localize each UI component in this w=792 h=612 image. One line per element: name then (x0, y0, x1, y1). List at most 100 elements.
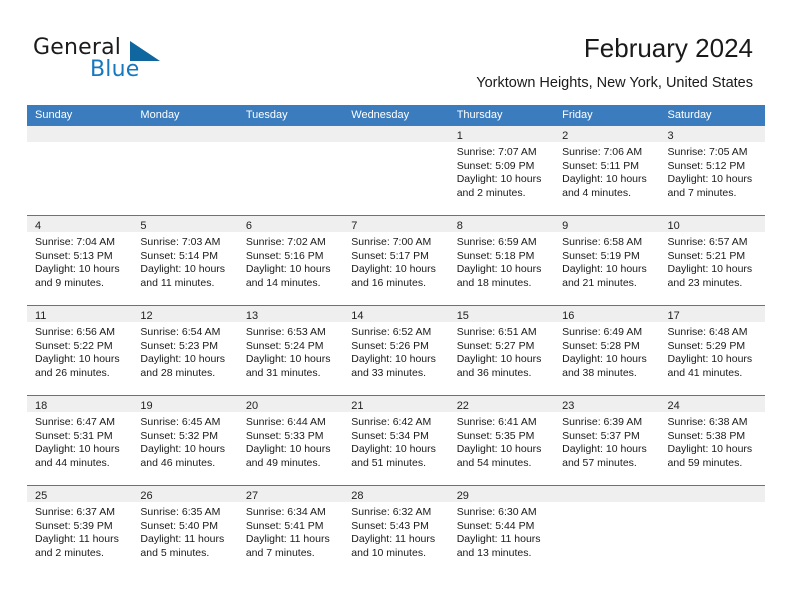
daylight-text-line1: Daylight: 10 hours (351, 443, 436, 455)
day-cell[interactable]: 23 Sunrise: 6:39 AM Sunset: 5:37 PM Dayl… (554, 396, 660, 485)
sunset-text: Sunset: 5:11 PM (562, 159, 639, 172)
sunset-text: Sunset: 5:28 PM (562, 339, 640, 352)
day-info: Sunrise: 6:58 AM Sunset: 5:19 PM Dayligh… (554, 232, 659, 290)
day-number-band: 8 (448, 216, 555, 232)
day-number: 7 (351, 220, 358, 232)
sunset-text: Sunset: 5:24 PM (245, 339, 324, 352)
day-info: Sunrise: 6:51 AM Sunset: 5:27 PM Dayligh… (449, 322, 554, 380)
day-cell[interactable] (659, 486, 765, 575)
day-number-band: 14 (343, 306, 449, 322)
day-cell[interactable]: 22 Sunrise: 6:41 AM Sunset: 5:35 PM Dayl… (448, 396, 555, 485)
sunrise-text: Sunrise: 6:47 AM (35, 416, 115, 428)
day-info: Sunrise: 6:54 AM Sunset: 5:23 PM Dayligh… (132, 322, 237, 380)
sunrise-text: Sunrise: 6:41 AM (456, 416, 537, 428)
day-cell[interactable]: 17 Sunrise: 6:48 AM Sunset: 5:29 PM Dayl… (659, 306, 765, 395)
day-cell[interactable] (343, 126, 449, 215)
calendar-page: General Blue February 2024 Yorktown Heig… (0, 0, 792, 612)
sunset-text: Sunset: 5:22 PM (35, 339, 113, 352)
day-info: Sunrise: 6:49 AM Sunset: 5:28 PM Dayligh… (554, 322, 659, 380)
day-cell[interactable]: 24 Sunrise: 6:38 AM Sunset: 5:38 PM Dayl… (659, 396, 765, 485)
daylight-text-line2: and 10 minutes. (351, 546, 426, 559)
daylight-text-line1: Daylight: 10 hours (667, 443, 753, 455)
sunrise-text: Sunrise: 6:52 AM (351, 326, 432, 338)
day-info: Sunrise: 6:35 AM Sunset: 5:40 PM Dayligh… (132, 502, 237, 560)
sunrise-text: Sunrise: 6:51 AM (456, 326, 537, 338)
day-number: 22 (456, 400, 469, 412)
day-cell[interactable]: 29 Sunrise: 6:30 AM Sunset: 5:44 PM Dayl… (448, 486, 555, 575)
day-cell[interactable]: 19 Sunrise: 6:45 AM Sunset: 5:32 PM Dayl… (132, 396, 238, 485)
week-row: 18 Sunrise: 6:47 AM Sunset: 5:31 PM Dayl… (27, 395, 765, 485)
week-row: 25 Sunrise: 6:37 AM Sunset: 5:39 PM Dayl… (27, 485, 765, 575)
sunrise-text: Sunrise: 6:44 AM (245, 416, 326, 428)
daylight-text-line2: and 28 minutes. (140, 366, 216, 379)
day-cell[interactable]: 10 Sunrise: 6:57 AM Sunset: 5:21 PM Dayl… (659, 216, 765, 305)
daylight-text-line2: and 2 minutes. (35, 546, 104, 559)
day-cell[interactable]: 6 Sunrise: 7:02 AM Sunset: 5:16 PM Dayli… (237, 216, 344, 305)
day-number-band: 19 (132, 396, 238, 412)
daylight-text-line2: and 59 minutes. (667, 456, 743, 469)
day-number-band: 27 (237, 486, 344, 502)
daylight-text-line1: Daylight: 10 hours (140, 263, 226, 275)
day-cell[interactable]: 15 Sunrise: 6:51 AM Sunset: 5:27 PM Dayl… (448, 306, 555, 395)
day-cell[interactable]: 12 Sunrise: 6:54 AM Sunset: 5:23 PM Dayl… (132, 306, 238, 395)
day-cell[interactable] (554, 486, 660, 575)
page-title: February 2024 (583, 33, 753, 63)
weekday-saturday: Saturday (667, 109, 712, 121)
day-cell[interactable]: 9 Sunrise: 6:58 AM Sunset: 5:19 PM Dayli… (554, 216, 660, 305)
day-cell[interactable]: 16 Sunrise: 6:49 AM Sunset: 5:28 PM Dayl… (554, 306, 660, 395)
sunrise-text: Sunrise: 6:37 AM (35, 506, 115, 518)
day-info: Sunrise: 6:30 AM Sunset: 5:44 PM Dayligh… (449, 502, 554, 560)
sunrise-text: Sunrise: 6:53 AM (245, 326, 326, 338)
weekday-monday: Monday (140, 109, 180, 121)
day-number-band: 24 (659, 396, 765, 412)
daylight-text-line1: Daylight: 11 hours (351, 533, 436, 545)
daylight-text-line1: Daylight: 10 hours (562, 263, 647, 275)
week-row: 4 Sunrise: 7:04 AM Sunset: 5:13 PM Dayli… (27, 215, 765, 305)
day-info: Sunrise: 7:04 AM Sunset: 5:13 PM Dayligh… (27, 232, 132, 290)
sunrise-text: Sunrise: 6:48 AM (667, 326, 748, 338)
day-cell[interactable]: 20 Sunrise: 6:44 AM Sunset: 5:33 PM Dayl… (237, 396, 344, 485)
day-cell[interactable]: 13 Sunrise: 6:53 AM Sunset: 5:24 PM Dayl… (237, 306, 344, 395)
sunrise-text: Sunrise: 6:59 AM (456, 236, 537, 248)
day-number: 24 (667, 400, 680, 412)
day-cell[interactable]: 21 Sunrise: 6:42 AM Sunset: 5:34 PM Dayl… (343, 396, 449, 485)
day-cell[interactable]: 7 Sunrise: 7:00 AM Sunset: 5:17 PM Dayli… (343, 216, 449, 305)
sunset-text: Sunset: 5:41 PM (245, 519, 324, 532)
day-number-band: 26 (132, 486, 238, 502)
day-cell[interactable]: 5 Sunrise: 7:03 AM Sunset: 5:14 PM Dayli… (132, 216, 238, 305)
daylight-text-line2: and 54 minutes. (456, 456, 532, 469)
day-cell[interactable]: 1 Sunrise: 7:07 AM Sunset: 5:09 PM Dayli… (448, 126, 555, 215)
day-cell[interactable]: 3 Sunrise: 7:05 AM Sunset: 5:12 PM Dayli… (659, 126, 765, 215)
day-number: 27 (245, 490, 259, 502)
general-blue-logo[interactable]: General Blue (33, 36, 223, 84)
day-cell[interactable] (132, 126, 238, 215)
day-number-band: 10 (659, 216, 765, 232)
day-cell[interactable]: 8 Sunrise: 6:59 AM Sunset: 5:18 PM Dayli… (448, 216, 555, 305)
day-cell[interactable]: 26 Sunrise: 6:35 AM Sunset: 5:40 PM Dayl… (132, 486, 238, 575)
day-cell[interactable] (237, 126, 344, 215)
day-cell[interactable]: 25 Sunrise: 6:37 AM Sunset: 5:39 PM Dayl… (27, 486, 133, 575)
day-cell[interactable]: 27 Sunrise: 6:34 AM Sunset: 5:41 PM Dayl… (237, 486, 344, 575)
sunrise-text: Sunrise: 7:06 AM (562, 146, 643, 158)
sunrise-text: Sunrise: 7:02 AM (245, 236, 326, 248)
day-cell[interactable]: 18 Sunrise: 6:47 AM Sunset: 5:31 PM Dayl… (27, 396, 133, 485)
day-number-band (237, 126, 344, 142)
day-number-band: 20 (237, 396, 344, 412)
sunrise-text: Sunrise: 6:39 AM (562, 416, 643, 428)
sunrise-text: Sunrise: 6:38 AM (667, 416, 748, 428)
day-cell[interactable]: 28 Sunrise: 6:32 AM Sunset: 5:43 PM Dayl… (343, 486, 449, 575)
day-number-band: 3 (659, 126, 765, 142)
day-cell[interactable]: 14 Sunrise: 6:52 AM Sunset: 5:26 PM Dayl… (343, 306, 449, 395)
day-number-band (132, 126, 238, 142)
day-cell[interactable]: 2 Sunrise: 7:06 AM Sunset: 5:11 PM Dayli… (554, 126, 660, 215)
day-cell[interactable]: 11 Sunrise: 6:56 AM Sunset: 5:22 PM Dayl… (27, 306, 133, 395)
sunset-text: Sunset: 5:18 PM (456, 249, 535, 262)
day-cell[interactable] (27, 126, 133, 215)
daylight-text-line2: and 7 minutes. (245, 546, 315, 559)
sunset-text: Sunset: 5:27 PM (456, 339, 535, 352)
sunset-text: Sunset: 5:26 PM (351, 339, 429, 352)
day-cell[interactable]: 4 Sunrise: 7:04 AM Sunset: 5:13 PM Dayli… (27, 216, 133, 305)
sunset-text: Sunset: 5:21 PM (667, 249, 746, 262)
day-number: 20 (245, 400, 259, 412)
day-number: 29 (456, 490, 469, 502)
